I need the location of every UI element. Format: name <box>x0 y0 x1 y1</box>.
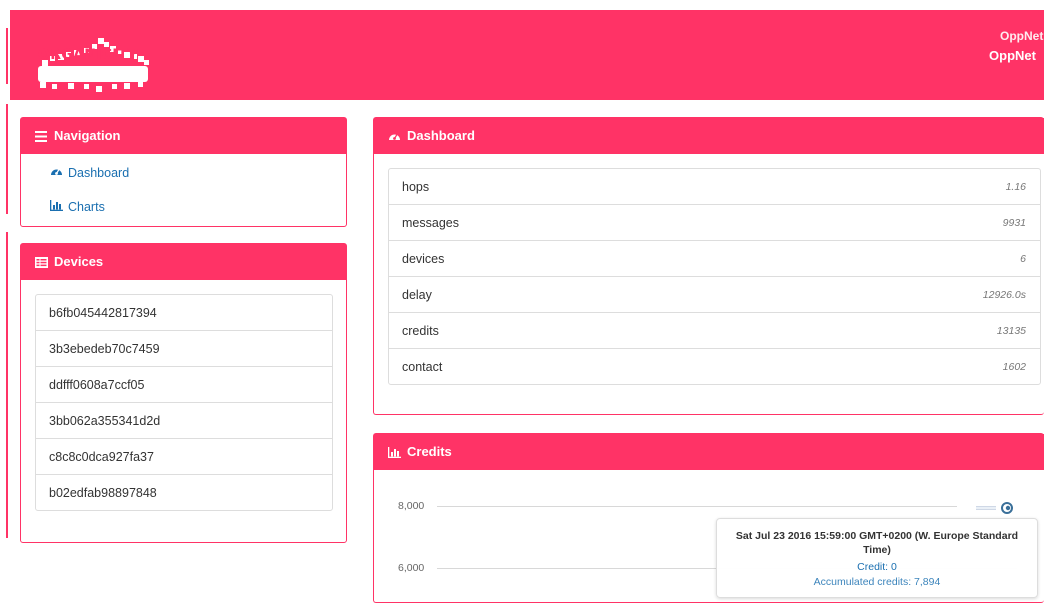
tooltip-date: Sat Jul 23 2016 15:59:00 GMT+0200 (W. Eu… <box>735 530 1019 556</box>
stat-value: 1.16 <box>1005 180 1026 193</box>
device-item[interactable]: 3bb062a355341d2d <box>36 403 332 439</box>
device-id: b6fb045442817394 <box>49 305 157 320</box>
stat-label: credits <box>402 323 439 338</box>
device-list: b6fb045442817394 3b3ebedeb70c7459 ddfff0… <box>35 294 333 511</box>
devices-title: Devices <box>54 254 104 269</box>
background-panel-edge <box>6 28 8 84</box>
nav-item-dashboard[interactable]: Dashboard <box>50 165 129 180</box>
app-header: OppNet OppNet <box>10 10 1044 100</box>
stat-label: delay <box>402 287 432 302</box>
background-panel-edge <box>6 232 8 538</box>
nav-item-label: Dashboard <box>68 165 130 180</box>
device-item[interactable]: 3b3ebedeb70c7459 <box>36 331 332 367</box>
stat-row-credits: credits 13135 <box>389 313 1040 349</box>
stat-row-delay: delay 12926.0s <box>389 277 1040 313</box>
credits-title: Credits <box>407 444 452 459</box>
chart-tooltip: Sat Jul 23 2016 15:59:00 GMT+0200 (W. Eu… <box>716 518 1038 598</box>
stat-value: 12926.0s <box>982 288 1026 301</box>
tooltip-credit: Credit: 0 <box>857 561 897 573</box>
device-id: 3bb062a355341d2d <box>49 413 161 428</box>
reset-zoom-icon[interactable] <box>1000 501 1014 515</box>
dashboard-panel: Dashboard hops 1.16 messages 9931 devices 6… <box>373 117 1044 415</box>
user-name-ghost: OppNet <box>1000 29 1044 43</box>
stat-label: hops <box>402 179 430 194</box>
logo-text: ORGANICITY <box>38 47 139 63</box>
grid-line <box>437 506 957 507</box>
bar-chart-icon <box>50 200 63 214</box>
stat-label: contact <box>402 360 443 374</box>
nav-item-charts[interactable]: Charts <box>50 200 105 214</box>
stat-row-messages: messages 9931 <box>389 205 1040 241</box>
stat-row-hops: hops 1.16 <box>389 169 1040 205</box>
list-icon <box>34 255 48 269</box>
y-tick-label: 8,000 <box>398 500 425 512</box>
dashboard-panel-heading: Dashboard <box>374 118 1044 154</box>
menu-icon <box>34 129 48 143</box>
devices-panel: Devices b6fb045442817394 3b3ebedeb70c745… <box>20 243 347 543</box>
chart-range-selector[interactable] <box>976 501 1014 515</box>
stat-label: messages <box>402 215 459 230</box>
device-id: b02edfab98897848 <box>49 486 157 500</box>
background-panel-edge <box>6 104 8 214</box>
stat-value: 13135 <box>996 324 1026 337</box>
stat-value: 6 <box>1020 252 1026 265</box>
user-name[interactable]: OppNet <box>989 48 1036 63</box>
navigation-panel: Navigation Dashboard Charts <box>20 117 347 227</box>
bar-chart-icon <box>387 445 401 459</box>
stats-list: hops 1.16 messages 9931 devices 6 delay 1292… <box>388 168 1041 385</box>
device-id: ddfff0608a7ccf05 <box>49 377 145 392</box>
credits-panel-heading: Credits <box>374 434 1044 470</box>
dashboard-icon <box>387 129 401 143</box>
range-slider-icon <box>976 506 996 510</box>
device-id: c8c8c0dca927fa37 <box>49 449 154 464</box>
device-item[interactable]: ddfff0608a7ccf05 <box>36 367 332 403</box>
stat-row-devices: devices 6 <box>389 241 1040 277</box>
device-item[interactable]: b6fb045442817394 <box>36 295 332 331</box>
tooltip-accumulated: Accumulated credits: 7,894 <box>813 576 941 588</box>
dashboard-icon <box>50 165 63 180</box>
stat-row-contact: contact 1602 <box>389 349 1040 385</box>
navigation-title: Navigation <box>54 128 121 143</box>
organicity-logo[interactable] <box>32 36 154 98</box>
y-tick-label: 6,000 <box>398 562 425 574</box>
stat-value: 1602 <box>1002 361 1026 373</box>
device-id: 3b3ebedeb70c7459 <box>49 341 160 356</box>
device-item[interactable]: c8c8c0dca927fa37 <box>36 439 332 475</box>
stat-value: 9931 <box>1002 216 1026 229</box>
nav-item-label: Charts <box>68 200 105 214</box>
navigation-panel-heading: Navigation <box>21 118 346 154</box>
dashboard-title: Dashboard <box>407 128 475 143</box>
device-item[interactable]: b02edfab98897848 <box>36 475 332 511</box>
stat-label: devices <box>402 251 445 266</box>
devices-panel-heading: Devices <box>21 244 346 280</box>
